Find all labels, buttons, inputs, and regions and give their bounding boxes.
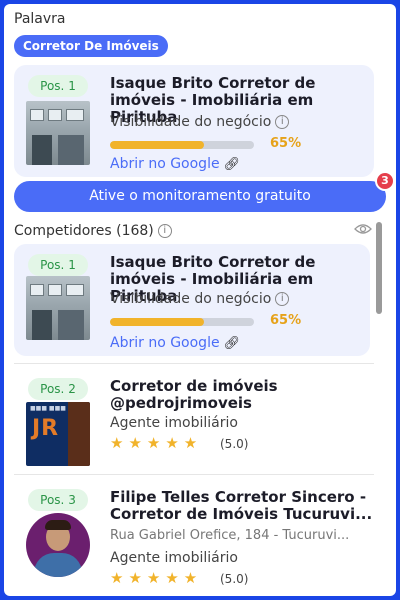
star-rating: ★★★★★ [110, 434, 203, 452]
position-badge: Pos. 1 [28, 75, 88, 97]
profile-photo [26, 513, 90, 577]
business-photo [26, 276, 90, 340]
business-category: Agente imobiliário [110, 415, 238, 431]
competitors-panel: Palavra Corretor De Imóveis Pos. 1 Isaqu… [4, 4, 396, 596]
rating-value: (5.0) [220, 572, 249, 586]
visibility-bar-fill [110, 141, 204, 149]
business-category: Agente imobiliário [110, 550, 238, 566]
competitors-heading: Competidores (168) i [14, 223, 172, 239]
competitor-card[interactable]: Pos. 1 Isaque Brito Corretor de imóveis … [14, 244, 370, 356]
position-badge: Pos. 1 [28, 254, 88, 276]
notification-badge: 3 [375, 171, 395, 191]
competitor-row[interactable]: Pos. 2 ■■■ ■■■ JR Corretor de imóveis @p… [14, 364, 374, 474]
keyword-chip[interactable]: Corretor De Imóveis [14, 35, 168, 57]
star-rating: ★★★★★ [110, 569, 203, 587]
business-title: Corretor de imóveis @pedrojrimoveis [110, 377, 278, 412]
activate-monitoring-button[interactable]: Ative o monitoramento gratuito [14, 181, 386, 212]
visibility-label: Visibilidade do negócio i [110, 114, 290, 130]
open-google-link[interactable]: Abrir no Google 🔗︎ [110, 156, 240, 172]
business-photo: ■■■ ■■■ JR [26, 402, 90, 466]
own-business-card: Pos. 1 Isaque Brito Corretor de imóveis … [14, 65, 374, 177]
keyword-label: Palavra [14, 11, 66, 27]
link-icon: 🔗︎ [223, 336, 241, 351]
info-icon[interactable]: i [157, 224, 172, 238]
visibility-bar [110, 141, 254, 149]
visibility-percent: 65% [270, 313, 302, 328]
business-photo [26, 101, 90, 165]
position-badge: Pos. 3 [28, 489, 88, 511]
visibility-bar [110, 318, 254, 326]
link-icon: 🔗︎ [223, 157, 241, 172]
info-icon[interactable]: i [275, 115, 290, 129]
visibility-bar-fill [110, 318, 204, 326]
open-google-link[interactable]: Abrir no Google 🔗︎ [110, 335, 240, 351]
position-badge: Pos. 2 [28, 378, 88, 400]
eye-icon[interactable] [354, 223, 372, 235]
business-address: Rua Gabriel Orefice, 184 - Tucuruvi... [110, 528, 350, 543]
visibility-label: Visibilidade do negócio i [110, 291, 290, 307]
rating-value: (5.0) [220, 437, 249, 451]
business-title: Filipe Telles Corretor Sincero - Correto… [110, 488, 373, 523]
visibility-percent: 65% [270, 136, 302, 151]
info-icon[interactable]: i [275, 292, 290, 306]
competitor-row[interactable]: Pos. 3 Filipe Telles Corretor Sincero - … [14, 475, 374, 596]
